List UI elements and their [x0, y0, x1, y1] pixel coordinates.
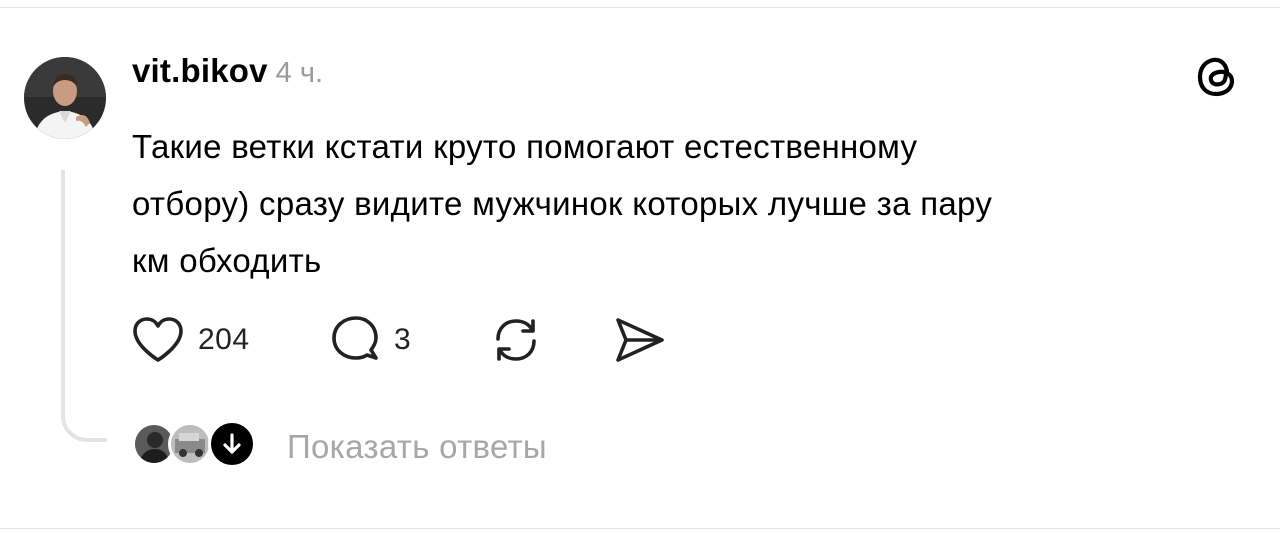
heart-icon [133, 317, 183, 362]
thread-line [61, 170, 107, 442]
show-replies-link[interactable]: Показать ответы [287, 428, 547, 466]
threads-logo-icon[interactable] [1194, 54, 1240, 100]
post-text-line: км обходить [132, 242, 322, 279]
like-button[interactable]: 204 [132, 312, 250, 368]
comment-button[interactable]: 3 [330, 312, 411, 368]
comment-count: 3 [394, 323, 412, 356]
arrow-down-icon [223, 433, 241, 454]
speech-bubble-icon [332, 316, 378, 360]
reply-avatar [168, 422, 212, 466]
post-time: 4 ч. [275, 57, 324, 89]
repost-icon [496, 319, 536, 361]
post-text-line: Такие ветки кстати круто помогают естест… [132, 128, 918, 165]
share-button[interactable] [612, 312, 668, 368]
expand-replies-button[interactable] [208, 420, 256, 468]
post-text-line: отбору) сразу видите мужчинок которых лу… [132, 185, 993, 222]
send-icon [616, 318, 664, 362]
like-count: 204 [198, 323, 250, 356]
top-divider [0, 7, 1280, 8]
author-avatar[interactable] [24, 57, 106, 139]
author-username[interactable]: vit.bikov [132, 52, 268, 89]
post-body: Такие ветки кстати круто помогают естест… [132, 118, 1212, 289]
repost-button[interactable] [488, 312, 544, 368]
post-header: vit.bikov 4 ч. [132, 52, 323, 90]
bottom-divider [0, 528, 1280, 529]
